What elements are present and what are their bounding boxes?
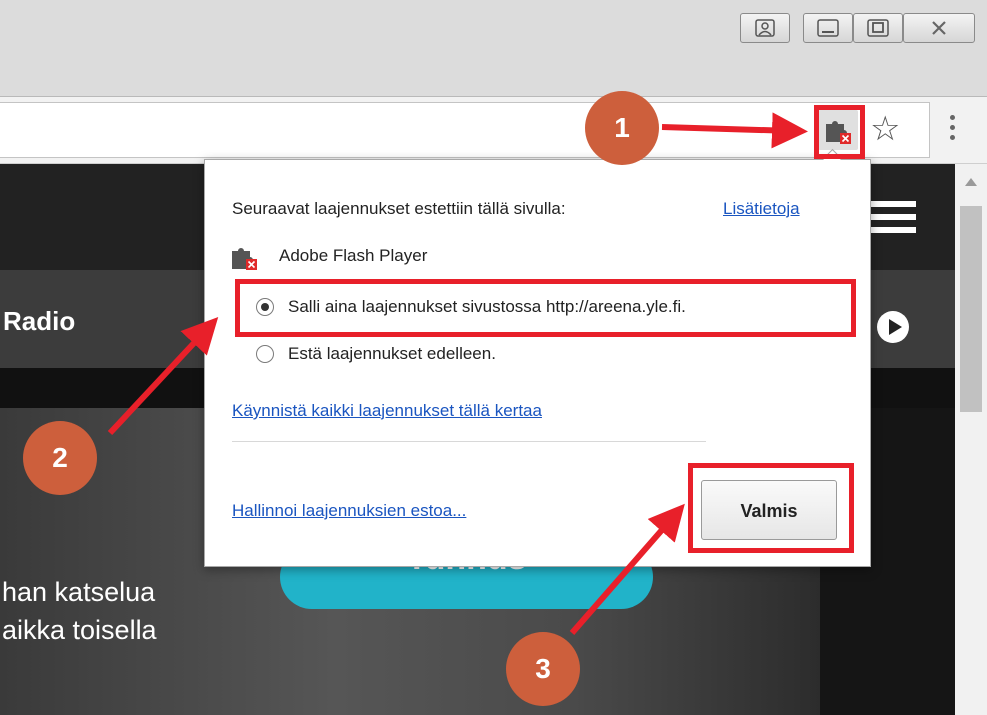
popup-divider <box>232 441 706 442</box>
hero-text-line2: aikka toisella <box>2 615 157 645</box>
run-once-link[interactable]: Käynnistä kaikki laajennukset tällä kert… <box>232 401 542 421</box>
nav-radio-link[interactable]: Radio <box>3 306 75 337</box>
maximize-icon <box>867 19 889 37</box>
maximize-button[interactable] <box>853 13 903 43</box>
minimize-button[interactable] <box>803 13 853 43</box>
plugin-name: Adobe Flash Player <box>279 246 428 265</box>
block-option-label[interactable]: Estä laajennukset edelleen. <box>288 344 496 364</box>
popup-heading: Seuraavat laajennukset estettiin tällä s… <box>232 199 566 218</box>
profile-button[interactable] <box>740 13 790 43</box>
highlight-extension-button <box>814 105 865 159</box>
address-bar[interactable] <box>0 102 930 158</box>
block-radio[interactable] <box>256 345 274 363</box>
close-button[interactable] <box>903 13 975 43</box>
step-badge-2: 2 <box>23 421 97 495</box>
hamburger-icon[interactable] <box>866 201 916 240</box>
person-icon <box>755 19 775 37</box>
more-info-link[interactable]: Lisätietoja <box>723 199 800 219</box>
plugin-puzzle-icon <box>232 248 257 270</box>
manage-blocking-link[interactable]: Hallinnoi laajennuksien estoa... <box>232 501 466 521</box>
highlight-done-button <box>688 463 854 553</box>
star-icon[interactable]: ☆ <box>870 109 900 149</box>
step-badge-3: 3 <box>506 632 580 706</box>
play-icon[interactable] <box>877 311 909 343</box>
scrollbar[interactable] <box>955 164 987 715</box>
scroll-up-icon[interactable] <box>965 178 977 186</box>
minimize-icon <box>817 19 839 37</box>
kebab-menu-icon[interactable] <box>950 115 956 143</box>
highlight-allow-option <box>235 279 856 337</box>
close-icon <box>932 21 946 35</box>
scroll-thumb[interactable] <box>960 206 982 412</box>
hero-text-line1: han katselua <box>2 577 156 607</box>
step-badge-1: 1 <box>585 91 659 165</box>
title-bar <box>0 0 987 97</box>
